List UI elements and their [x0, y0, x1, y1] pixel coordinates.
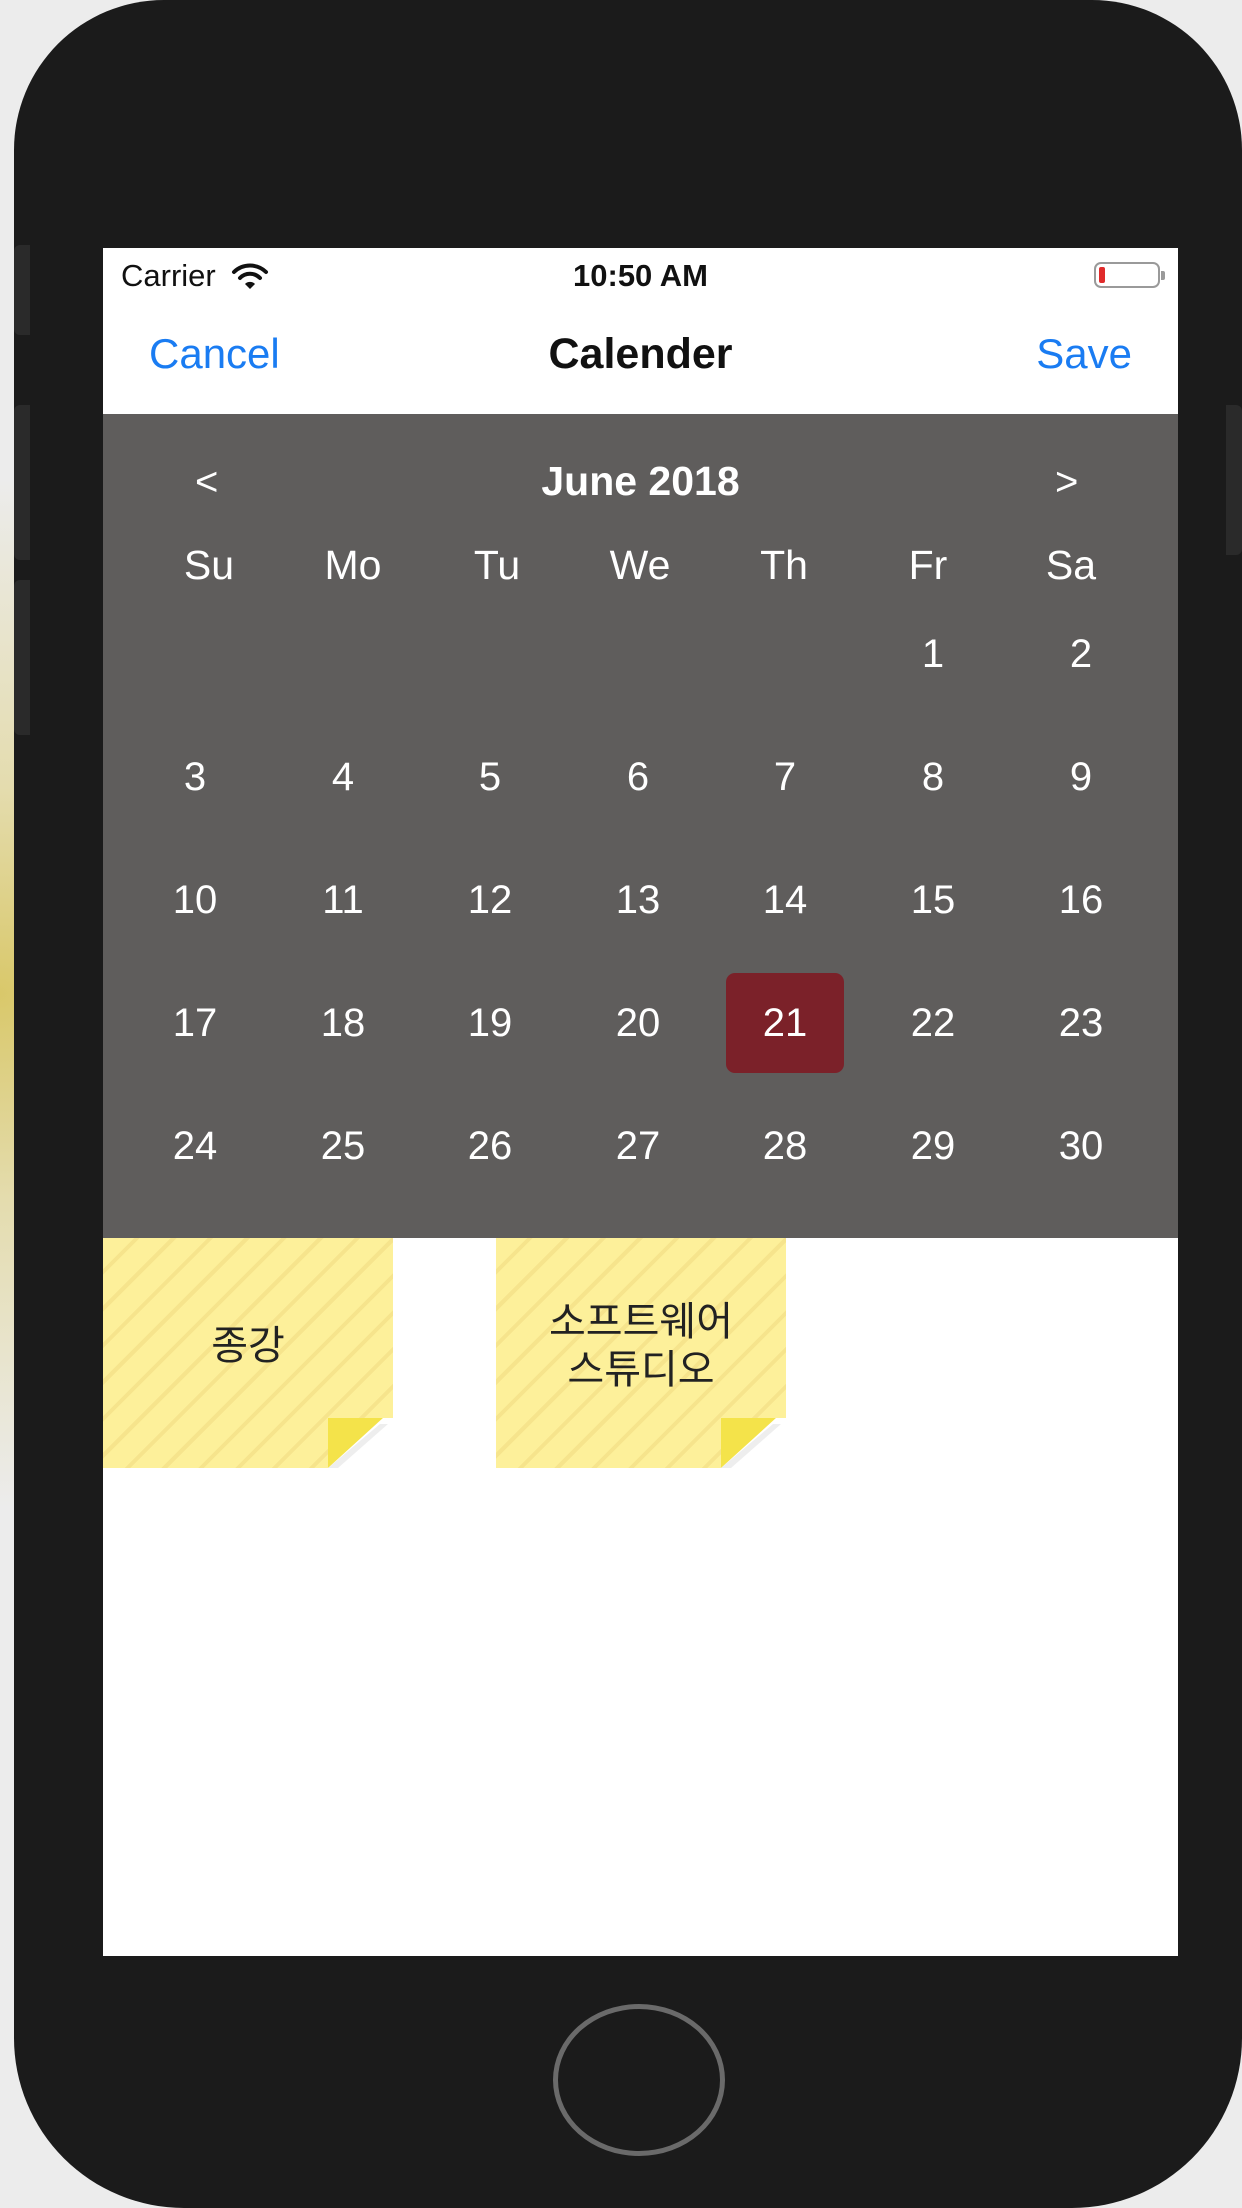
mute-switch: [14, 245, 30, 335]
calendar-day[interactable]: 5: [431, 727, 549, 827]
calendar-day[interactable]: 15: [874, 850, 992, 950]
volume-down-button: [14, 580, 30, 735]
weekday-monday: Mo: [324, 542, 382, 588]
power-button: [1226, 405, 1242, 555]
weekday-sunday: Su: [183, 542, 235, 588]
calendar-day[interactable]: 20: [579, 973, 697, 1073]
calendar-day[interactable]: 7: [726, 727, 844, 827]
calendar-day[interactable]: 28: [726, 1096, 844, 1196]
phone-frame: Carrier 10:50 AM Cancel Calender Save < …: [14, 0, 1242, 2208]
month-title: June 2018: [541, 458, 740, 504]
calendar-day-selected[interactable]: 21: [726, 973, 844, 1073]
calendar-day[interactable]: 27: [579, 1096, 697, 1196]
volume-up-button: [14, 405, 30, 560]
app-screen: Carrier 10:50 AM Cancel Calender Save < …: [103, 248, 1178, 1956]
page-curl-icon: [721, 1418, 786, 1468]
cancel-button[interactable]: Cancel: [149, 330, 280, 378]
calendar-day[interactable]: 18: [284, 973, 402, 1073]
calendar-day[interactable]: 23: [1022, 973, 1140, 1073]
weekday-wednesday: We: [609, 542, 671, 588]
note-card[interactable]: 종강: [103, 1238, 393, 1468]
calendar-day[interactable]: 16: [1022, 850, 1140, 950]
calendar-day[interactable]: 24: [136, 1096, 254, 1196]
calendar-day[interactable]: 4: [284, 727, 402, 827]
calendar-day[interactable]: 26: [431, 1096, 549, 1196]
calendar-day[interactable]: 12: [431, 850, 549, 950]
calendar-day[interactable]: 6: [579, 727, 697, 827]
note-text: 종강: [211, 1323, 285, 1369]
next-month-button[interactable]: >: [1055, 460, 1078, 505]
save-button[interactable]: Save: [1036, 330, 1132, 378]
note-text: 소프트웨어 스튜디오: [549, 1299, 733, 1393]
calendar-day[interactable]: 14: [726, 850, 844, 950]
weekday-tuesday: Tu: [473, 542, 521, 588]
calendar-day[interactable]: 11: [284, 850, 402, 950]
calendar-day[interactable]: 2: [1022, 604, 1140, 704]
status-time: 10:50 AM: [573, 258, 708, 293]
home-button[interactable]: [553, 2004, 725, 2156]
weekday-friday: Fr: [908, 542, 948, 588]
calendar-day[interactable]: 30: [1022, 1096, 1140, 1196]
calendar-day[interactable]: 9: [1022, 727, 1140, 827]
calendar-day[interactable]: 22: [874, 973, 992, 1073]
battery-level: [1099, 267, 1105, 283]
page-curl-icon: [328, 1418, 393, 1468]
calendar-day[interactable]: 17: [136, 973, 254, 1073]
calendar-day[interactable]: 10: [136, 850, 254, 950]
calendar-day[interactable]: 19: [431, 973, 549, 1073]
note-card[interactable]: 소프트웨어 스튜디오: [496, 1238, 786, 1468]
weekday-thursday: Th: [760, 542, 808, 588]
calendar-day[interactable]: 8: [874, 727, 992, 827]
calendar-day[interactable]: 1: [874, 604, 992, 704]
calendar-day[interactable]: 25: [284, 1096, 402, 1196]
battery-icon: [1094, 262, 1165, 288]
status-bar: Carrier 10:50 AM: [103, 248, 1178, 304]
calendar-view: < June 2018 > Su Mo Tu We Th Fr Sa 12345…: [103, 414, 1178, 1238]
calendar-day[interactable]: 3: [136, 727, 254, 827]
calendar-day[interactable]: 29: [874, 1096, 992, 1196]
navigation-bar: Cancel Calender Save: [103, 304, 1178, 414]
calendar-day[interactable]: 13: [579, 850, 697, 950]
weekday-saturday: Sa: [1045, 542, 1097, 588]
